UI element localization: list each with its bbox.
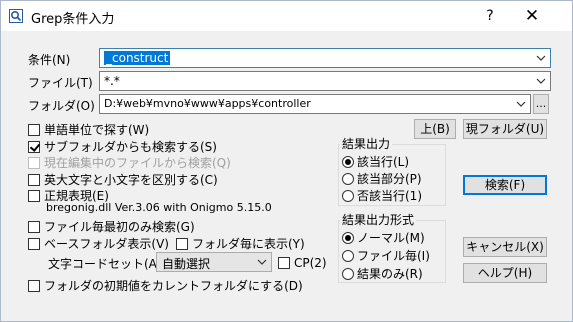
file-input[interactable]: *.* (104, 74, 120, 88)
folder-combobox[interactable]: D:¥web¥mvno¥www¥apps¥controller (99, 94, 531, 114)
help-button[interactable]: ヘルプ(H) (463, 263, 547, 283)
init-folder-checkbox[interactable]: フォルダの初期値をカレントフォルダにする(D) (28, 277, 303, 294)
regex-library-info: bregonig.dll Ver.3.06 with Onigmo 5.15.0 (46, 201, 272, 214)
charset-select[interactable]: 自動選択 (156, 252, 272, 272)
checkbox-box[interactable] (28, 156, 40, 169)
folder-label: フォルダ(O) (28, 99, 95, 113)
checkbox-box[interactable] (28, 123, 40, 136)
checkbox-box[interactable] (28, 279, 40, 292)
base-folder-checkbox[interactable]: ベースフォルダ表示(V) (28, 235, 169, 252)
subfolders-checkbox[interactable]: サブフォルダからも検索する(S) (28, 138, 217, 155)
radio-non-matching-lines[interactable]: 否該当行(1) (342, 187, 422, 204)
radio-per-file[interactable]: ファイル毎(I) (342, 247, 430, 264)
window-title: Grep条件入力 (31, 12, 115, 27)
cp-label: CP(2) (294, 256, 327, 270)
result-output-title: 結果出力 (340, 135, 393, 152)
radio-label: 該当部分(P) (357, 172, 422, 186)
chevron-down-icon[interactable] (257, 256, 267, 268)
browse-button[interactable]: ... (533, 94, 549, 114)
checkbox-box[interactable] (28, 237, 40, 250)
checkbox-box[interactable] (28, 220, 40, 233)
radio-dot[interactable] (342, 155, 354, 168)
radio-label: 結果のみ(R) (357, 267, 423, 281)
case-label: 英大文字と小文字を区別する(C) (44, 173, 218, 187)
condition-input[interactable]: _construct (104, 51, 171, 65)
subfolders-label: サブフォルダからも検索する(S) (44, 140, 217, 154)
first-match-checkbox[interactable]: ファイル毎最初のみ検索(G) (28, 218, 195, 235)
checkbox-box[interactable] (176, 237, 188, 250)
condition-value: _construct (104, 51, 171, 65)
checkbox-box[interactable] (28, 189, 40, 202)
charset-value: 自動選択 (162, 257, 211, 271)
first-match-label: ファイル毎最初のみ検索(G) (44, 220, 195, 234)
file-combobox[interactable]: *.* (99, 71, 551, 91)
current-folder-button[interactable]: 現フォルダ(U) (463, 119, 547, 139)
radio-dot[interactable] (342, 231, 354, 244)
folder-input[interactable]: D:¥web¥mvno¥www¥apps¥controller (104, 97, 311, 110)
checkbox-box[interactable] (28, 173, 40, 186)
condition-combobox[interactable]: _construct (99, 48, 551, 68)
radio-dot[interactable] (342, 249, 354, 262)
search-button[interactable]: 検索(F) (463, 175, 547, 195)
radio-label: 否該当行(1) (357, 189, 422, 203)
word-unit-checkbox[interactable]: 単語単位で探す(W) (28, 121, 149, 138)
grep-dialog: Grep条件入力 ? ✕ 条件(N) _construct ファイル(T) *.… (0, 0, 573, 322)
title-bar: Grep条件入力 ? ✕ (1, 1, 572, 31)
checkbox-box[interactable] (278, 257, 290, 269)
help-title-button[interactable]: ? (479, 5, 501, 27)
result-format-title: 結果出力形式 (340, 211, 417, 228)
current-file-checkbox[interactable]: 現在編集中のファイルから検索(Q) (28, 154, 231, 171)
radio-dot[interactable] (342, 172, 354, 185)
per-folder-label: フォルダ毎に表示(Y) (192, 237, 305, 251)
word-unit-label: 単語単位で探す(W) (44, 123, 150, 137)
radio-normal[interactable]: ノーマル(M) (342, 229, 425, 246)
chevron-down-icon[interactable] (536, 52, 546, 64)
current-file-label: 現在編集中のファイルから検索(Q) (44, 156, 231, 170)
cp-checkbox[interactable]: CP(2) (278, 256, 327, 270)
chevron-down-icon[interactable] (516, 98, 526, 110)
condition-label: 条件(N) (28, 53, 71, 67)
checkbox-box[interactable] (28, 140, 40, 153)
radio-label: ファイル毎(I) (357, 249, 430, 263)
chevron-down-icon[interactable] (536, 75, 546, 87)
radio-dot[interactable] (342, 189, 354, 202)
radio-results-only[interactable]: 結果のみ(R) (342, 265, 423, 282)
radio-label: ノーマル(M) (357, 231, 425, 245)
base-folder-label: ベースフォルダ表示(V) (44, 237, 169, 251)
radio-matching-lines[interactable]: 該当行(L) (342, 153, 409, 170)
close-button[interactable]: ✕ (519, 4, 545, 28)
file-label: ファイル(T) (28, 76, 93, 90)
radio-label: 該当行(L) (357, 155, 410, 169)
radio-matching-part[interactable]: 該当部分(P) (342, 170, 422, 187)
cancel-button[interactable]: キャンセル(X) (463, 237, 547, 257)
up-button[interactable]: 上(B) (414, 119, 456, 139)
radio-dot[interactable] (342, 267, 354, 280)
search-app-icon (9, 9, 23, 23)
case-checkbox[interactable]: 英大文字と小文字を区別する(C) (28, 171, 218, 188)
init-folder-label: フォルダの初期値をカレントフォルダにする(D) (44, 279, 303, 293)
per-folder-checkbox[interactable]: フォルダ毎に表示(Y) (176, 235, 305, 252)
charset-label: 文字コードセット(A) (48, 257, 162, 271)
